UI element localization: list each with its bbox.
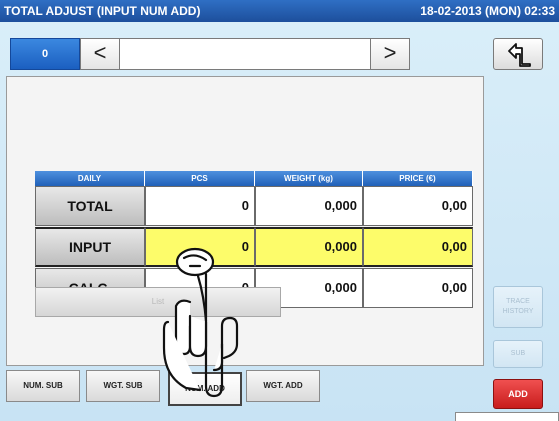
sub-button[interactable]: SUB — [493, 340, 543, 368]
input-weight[interactable]: 0,000 — [255, 227, 363, 267]
calc-price: 0,00 — [363, 268, 473, 308]
window-title: TOTAL ADJUST (INPUT NUM ADD) — [4, 4, 201, 18]
header-weight: WEIGHT (kg) — [255, 171, 363, 186]
row-label-input[interactable]: INPUT — [35, 227, 145, 267]
trace-history-button[interactable]: TRACE HISTORY — [493, 286, 543, 328]
back-button[interactable] — [493, 38, 543, 70]
header-daily: DAILY — [35, 171, 145, 186]
bottom-status-box — [455, 412, 559, 421]
input-price[interactable]: 0,00 — [363, 227, 473, 267]
record-index: 0 — [10, 38, 80, 70]
total-weight: 0,000 — [255, 186, 363, 226]
tab-wgt-sub[interactable]: WGT. SUB — [86, 370, 160, 402]
total-pcs: 0 — [145, 186, 255, 226]
pointing-hand-icon — [162, 247, 239, 398]
tab-num-sub[interactable]: NUM. SUB — [6, 370, 80, 402]
record-navigator: 0 < > — [10, 38, 410, 70]
add-button[interactable]: ADD — [493, 379, 543, 409]
return-arrow-icon — [508, 43, 531, 67]
table-header: DAILY PCS WEIGHT (kg) PRICE (€) — [35, 171, 473, 186]
row-label-total[interactable]: TOTAL — [35, 186, 145, 226]
table-row-input: INPUT 0 0,000 0,00 — [35, 227, 473, 267]
previous-button[interactable]: < — [80, 38, 120, 70]
table-row-total: TOTAL 0 0,000 0,00 — [35, 186, 473, 226]
title-bar: TOTAL ADJUST (INPUT NUM ADD) 18-02-2013 … — [0, 0, 559, 22]
next-button[interactable]: > — [370, 38, 410, 70]
record-name-field[interactable] — [120, 38, 370, 70]
main-screen: 0 < > DAILY PCS WEIGHT (kg) PRICE (€) TO… — [0, 22, 559, 421]
header-pcs: PCS — [145, 171, 255, 186]
total-price: 0,00 — [363, 186, 473, 226]
header-price: PRICE (€) — [363, 171, 473, 186]
date-time: 18-02-2013 (MON) 02:33 — [420, 4, 555, 18]
tab-wgt-add[interactable]: WGT. ADD — [246, 370, 320, 402]
